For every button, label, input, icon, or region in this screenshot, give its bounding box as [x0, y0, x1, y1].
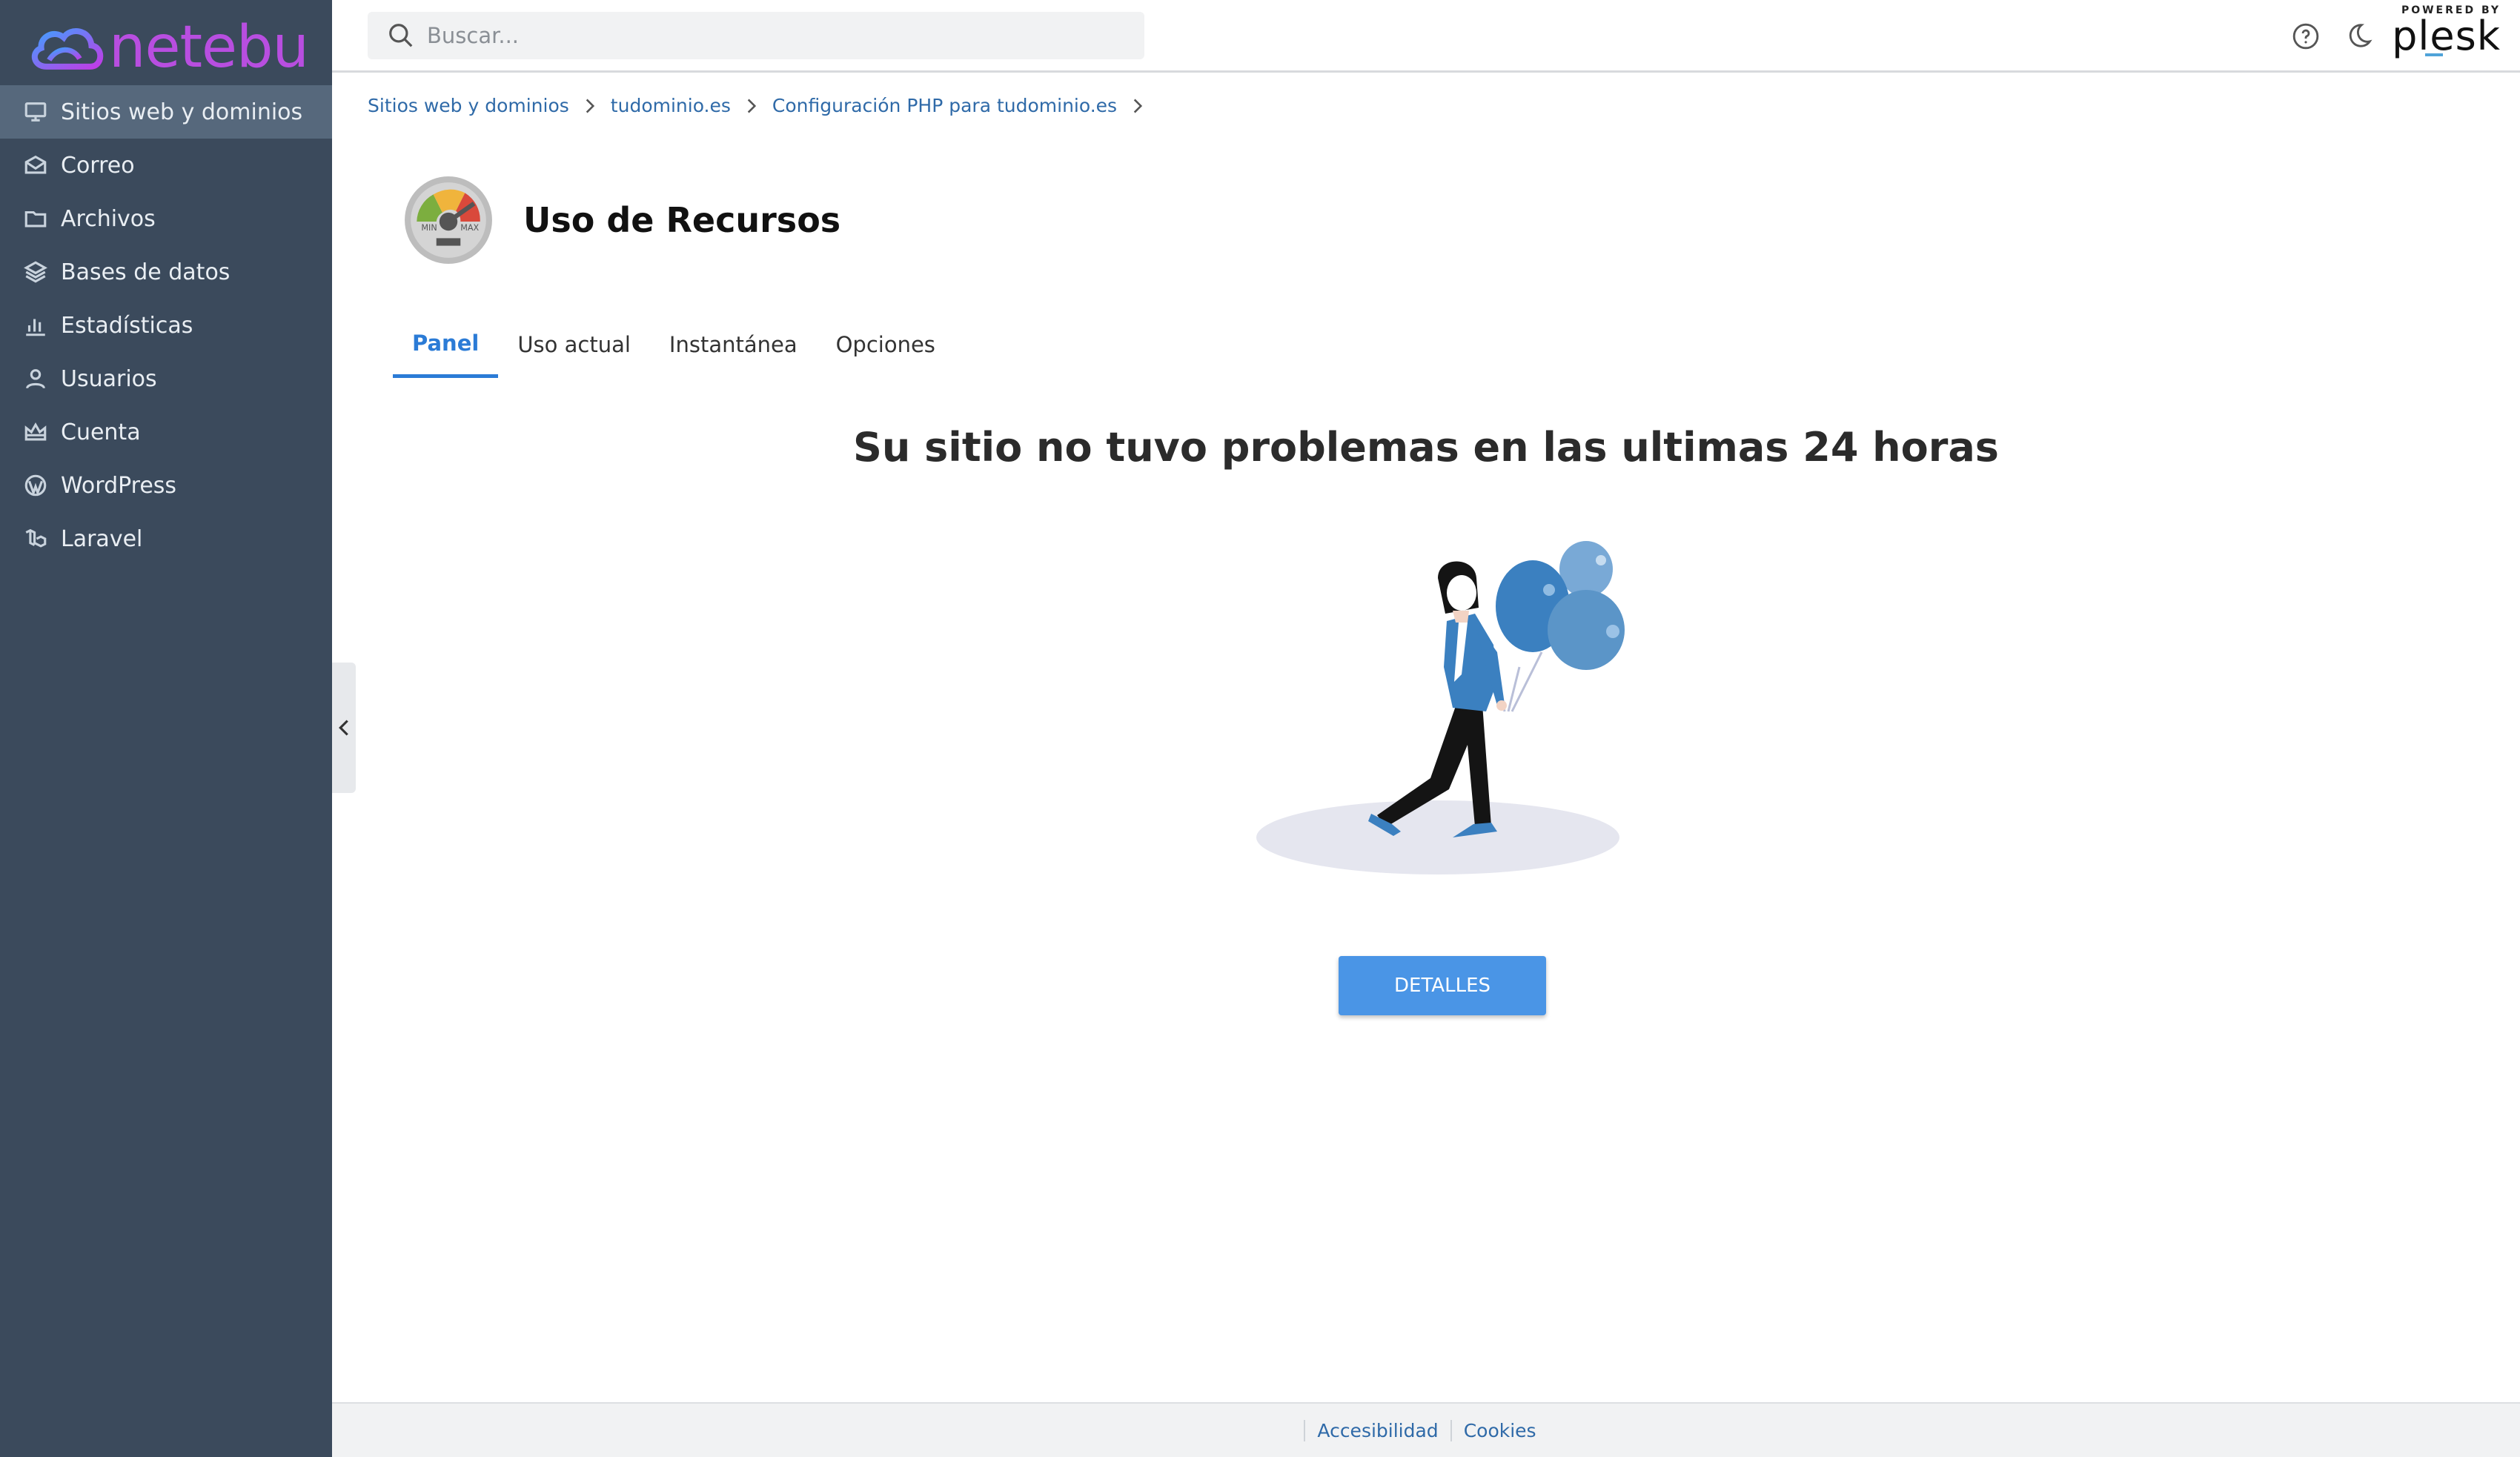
user-icon: [22, 365, 49, 392]
chevron-right-icon: [586, 99, 594, 113]
status-message: Su sitio no tuvo problemas en las ultima…: [853, 424, 1999, 471]
laravel-icon: [22, 525, 49, 552]
chevron-right-icon: [747, 99, 757, 113]
gauge-max-label: MAX: [460, 223, 479, 233]
cloud-logo-icon: [31, 28, 104, 70]
tab-snapshot[interactable]: Instantánea: [650, 316, 817, 378]
sidebar-item-label: Bases de datos: [61, 259, 231, 285]
sidebar-item-files[interactable]: Archivos: [0, 192, 332, 245]
brand-name: netebu: [109, 14, 309, 81]
sidebar-item-account[interactable]: Cuenta: [0, 405, 332, 459]
sidebar-item-label: Sitios web y dominios: [61, 99, 303, 125]
sidebar-item-label: Laravel: [61, 525, 143, 552]
folder-icon: [22, 205, 49, 232]
sidebar-nav: Sitios web y dominios Correo Archivos Ba…: [0, 85, 332, 565]
sidebar-item-wordpress[interactable]: WordPress: [0, 459, 332, 512]
sidebar-item-laravel[interactable]: Laravel: [0, 512, 332, 565]
footer-link-cookies[interactable]: Cookies: [1450, 1419, 1548, 1441]
search-input[interactable]: [427, 23, 1094, 48]
sidebar-item-statistics[interactable]: Estadísticas: [0, 299, 332, 352]
tab-options[interactable]: Opciones: [817, 316, 955, 378]
gauge-icon: MIN MAX: [405, 176, 492, 264]
sidebar-item-label: Archivos: [61, 205, 156, 232]
sidebar-item-label: Cuenta: [61, 419, 141, 445]
plesk-underline: [2425, 53, 2443, 56]
footer-link-accessibility[interactable]: Accesibilidad: [1304, 1419, 1450, 1441]
gauge-min-label: MIN: [421, 223, 437, 233]
search-icon: [389, 24, 413, 47]
wordpress-icon: [22, 472, 49, 499]
breadcrumb-link-php-settings[interactable]: Configuración PHP para tudominio.es: [772, 95, 1117, 116]
sidebar-item-label: Estadísticas: [61, 312, 193, 339]
plesk-logo: POWERED BY plesk: [2392, 4, 2501, 64]
sidebar-item-label: WordPress: [61, 472, 177, 499]
monitor-icon: [22, 99, 49, 125]
plesk-wordmark: plesk: [2392, 13, 2501, 59]
tab-current-usage[interactable]: Uso actual: [498, 316, 650, 378]
help-icon[interactable]: [2292, 22, 2320, 50]
chevron-right-icon: [1133, 99, 1143, 113]
mail-icon: [22, 152, 49, 179]
details-button[interactable]: DETALLES: [1339, 956, 1546, 1015]
sidebar-collapse-button[interactable]: [332, 663, 356, 793]
moon-icon[interactable]: [2345, 21, 2373, 50]
sidebar-item-mail[interactable]: Correo: [0, 139, 332, 192]
sidebar: netebu Sitios web y dominios Correo Arch…: [0, 0, 332, 1457]
breadcrumb: Sitios web y dominios tudominio.es Confi…: [368, 95, 1158, 116]
search-box[interactable]: [368, 12, 1144, 59]
footer: Accesibilidad Cookies: [332, 1402, 2520, 1457]
breadcrumb-link-domain[interactable]: tudominio.es: [611, 95, 731, 116]
sidebar-item-label: Correo: [61, 152, 135, 179]
top-bar: POWERED BY plesk: [332, 0, 2520, 73]
layers-icon: [22, 259, 49, 285]
tab-bar: Panel Uso actual Instantánea Opciones: [393, 316, 955, 378]
woman-with-balloons-illustration: [1256, 541, 1625, 874]
sidebar-item-websites[interactable]: Sitios web y dominios: [0, 85, 332, 139]
brand-logo[interactable]: netebu: [27, 10, 309, 84]
sidebar-item-users[interactable]: Usuarios: [0, 352, 332, 405]
page-title: Uso de Recursos: [523, 200, 841, 240]
sidebar-item-databases[interactable]: Bases de datos: [0, 245, 332, 299]
tab-panel[interactable]: Panel: [393, 316, 499, 378]
crown-icon: [22, 419, 49, 445]
chevron-left-icon: [339, 720, 348, 736]
breadcrumb-link-websites[interactable]: Sitios web y dominios: [368, 95, 569, 116]
bar-chart-icon: [22, 312, 49, 339]
sidebar-item-label: Usuarios: [61, 365, 157, 392]
